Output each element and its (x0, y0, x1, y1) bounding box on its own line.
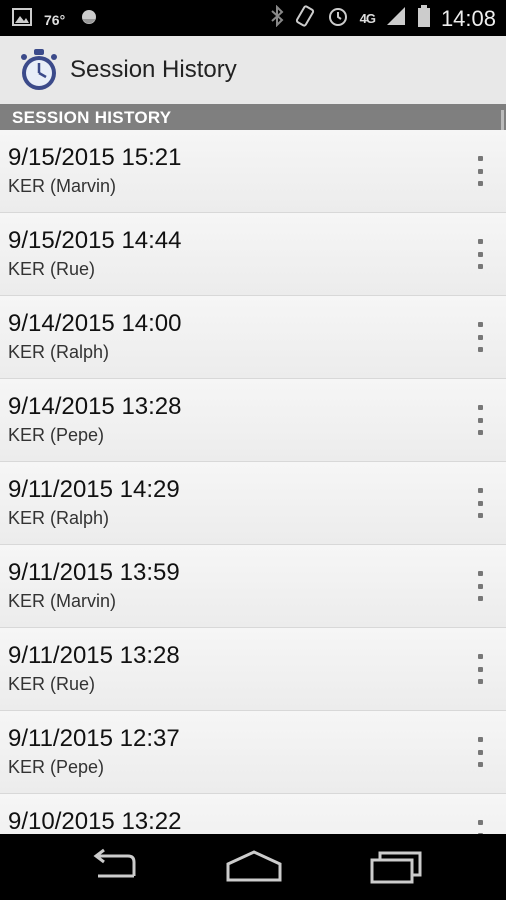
session-datetime: 9/14/2015 14:00 (8, 310, 182, 337)
action-bar: Session History (0, 36, 506, 105)
network-type-text: 4G (359, 11, 376, 26)
session-datetime: 9/15/2015 14:44 (8, 227, 182, 254)
image-notification-icon (12, 8, 32, 31)
signal-icon (385, 5, 407, 32)
list-item[interactable]: 9/15/2015 14:44 KER (Rue) (0, 213, 506, 296)
session-detail: KER (Ralph) (8, 508, 110, 528)
back-icon[interactable] (84, 848, 144, 886)
session-detail: KER (Marvin) (8, 591, 117, 611)
list-item[interactable]: 9/14/2015 13:28 KER (Pepe) (0, 379, 506, 462)
list-item[interactable]: 9/11/2015 14:29 KER (Ralph) (0, 462, 506, 545)
session-detail: KER (Pepe) (8, 425, 105, 445)
session-datetime: 9/15/2015 15:21 (8, 144, 182, 171)
session-datetime: 9/11/2015 14:29 (8, 476, 180, 503)
list-item[interactable]: 9/11/2015 13:59 KER (Marvin) (0, 545, 506, 628)
temperature-text: 76° (44, 11, 66, 28)
overflow-menu-icon[interactable] (472, 488, 488, 518)
stopwatch-app-icon[interactable] (16, 46, 62, 92)
overflow-menu-icon[interactable] (472, 239, 488, 269)
bluetooth-icon (270, 4, 284, 32)
overflow-menu-icon[interactable] (472, 820, 488, 834)
scrollbar[interactable] (501, 110, 504, 130)
list-item[interactable]: 9/10/2015 13:22 (0, 794, 506, 834)
session-datetime: 9/14/2015 13:28 (8, 393, 182, 420)
session-detail: KER (Rue) (8, 674, 96, 694)
overflow-menu-icon[interactable] (472, 405, 488, 435)
navigation-bar (0, 834, 506, 900)
session-detail: KER (Rue) (8, 259, 96, 279)
list-item[interactable]: 9/15/2015 15:21 KER (Marvin) (0, 130, 506, 213)
overflow-menu-icon[interactable] (472, 322, 488, 352)
list-item[interactable]: 9/14/2015 14:00 KER (Ralph) (0, 296, 506, 379)
rotate-icon (294, 5, 316, 32)
overflow-menu-icon[interactable] (472, 654, 488, 684)
session-datetime: 9/11/2015 13:28 (8, 642, 180, 669)
recent-apps-icon[interactable] (366, 848, 426, 886)
section-header: SESSION HISTORY (0, 104, 506, 130)
status-bar: 76° 4G 14:08 (0, 0, 506, 36)
session-datetime: 9/11/2015 13:59 (8, 559, 180, 586)
session-datetime: 9/11/2015 12:37 (8, 725, 180, 752)
session-datetime: 9/10/2015 13:22 (8, 808, 182, 834)
overflow-menu-icon[interactable] (472, 156, 488, 186)
battery-icon (417, 4, 431, 33)
page-title: Session History (70, 56, 237, 83)
session-list: 9/15/2015 15:21 KER (Marvin) 9/15/2015 1… (0, 130, 506, 834)
weather-icon (77, 6, 101, 33)
overflow-menu-icon[interactable] (472, 571, 488, 601)
status-left: 76° (12, 6, 101, 33)
session-detail: KER (Pepe) (8, 757, 105, 777)
home-icon[interactable] (224, 848, 284, 886)
section-title: SESSION HISTORY (12, 108, 172, 127)
list-item[interactable]: 9/11/2015 12:37 KER (Pepe) (0, 711, 506, 794)
clock-text: 14:08 (440, 5, 496, 31)
alarm-icon (326, 4, 350, 33)
session-detail: KER (Marvin) (8, 176, 117, 196)
overflow-menu-icon[interactable] (472, 737, 488, 767)
list-item[interactable]: 9/11/2015 13:28 KER (Rue) (0, 628, 506, 711)
session-detail: KER (Ralph) (8, 342, 110, 362)
status-right: 4G 14:08 (270, 4, 496, 33)
